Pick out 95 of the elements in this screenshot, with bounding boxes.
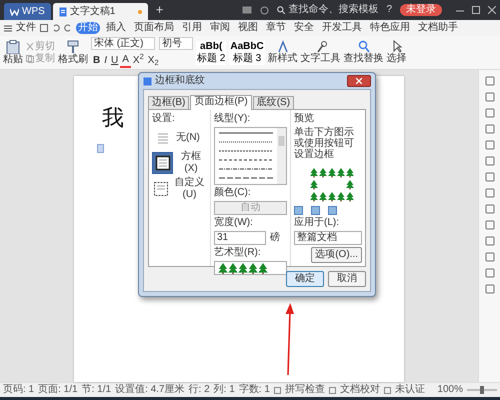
setting-label: 设置: — [152, 113, 176, 125]
preview-label: 预览 — [294, 113, 315, 125]
apply-select[interactable]: 整篇文档 — [294, 231, 362, 245]
close-icon — [356, 78, 362, 84]
line-style-label: 线型(Y): — [214, 113, 252, 125]
tool-button[interactable]: 查找替换 — [344, 40, 384, 65]
maximize-icon[interactable] — [472, 6, 480, 14]
status-text: 页码: 1 — [3, 383, 34, 397]
scrollbar-icon[interactable] — [277, 128, 286, 184]
unit-label: 磅 — [270, 232, 280, 244]
check-box-icon — [328, 386, 336, 394]
close-icon[interactable] — [488, 6, 496, 14]
setting-box-icon — [154, 155, 171, 171]
zoom-level[interactable]: 100% — [437, 383, 463, 397]
setting-custom-icon — [153, 181, 169, 197]
tool-button[interactable]: 文字工具 — [300, 40, 341, 65]
app-tab[interactable]: WPS — [4, 3, 51, 20]
menu-icon — [4, 24, 12, 32]
menu-tab[interactable]: 文档助手 — [416, 22, 460, 34]
style-preset[interactable]: aBb( 标题 2 — [196, 40, 226, 64]
status-text: 列: 1 — [214, 383, 235, 397]
art-label: 艺术型(R): — [214, 247, 262, 259]
status-text: 字数: 1 — [238, 383, 270, 397]
style-preset[interactable]: AaBbC 标题 3 — [229, 40, 265, 64]
new-tab-button[interactable]: + — [150, 2, 170, 18]
menu-tab[interactable]: 章节 — [264, 22, 288, 34]
ok-button[interactable]: 确定 — [286, 271, 324, 287]
search-icon — [358, 40, 370, 53]
menu-tab[interactable]: 特色应用 — [368, 22, 412, 34]
status-text: 设置值: 4.7厘米 — [115, 383, 185, 397]
setting-option[interactable]: 方框(X) — [152, 151, 207, 175]
status-toggle[interactable]: 未认证 — [384, 383, 425, 397]
status-text: 节: 1/1 — [82, 383, 112, 397]
dialog-title: 边框和底纹 — [155, 75, 205, 87]
copy-icon — [26, 54, 34, 62]
italic-button[interactable]: I — [102, 54, 110, 68]
setting-option[interactable]: 自定义(U) — [152, 177, 207, 201]
search-icon — [277, 6, 286, 14]
menu-tab[interactable]: 开发工具 — [320, 22, 364, 34]
menu-tab[interactable]: 页面布局 — [132, 22, 176, 34]
options-button[interactable]: 选项(O)... — [311, 247, 362, 263]
brush-icon — [67, 40, 79, 54]
dialog-tab[interactable]: 页面边框(P) — [190, 95, 252, 110]
scissors-icon — [26, 42, 34, 50]
status-toggle[interactable]: 文档校对 — [328, 383, 380, 397]
art-select[interactable] — [214, 261, 287, 275]
preview-hint: 单击下方图示或使用按钮可设置边框 — [294, 127, 355, 160]
login-button[interactable]: 未登录 — [400, 4, 442, 16]
setting-option[interactable]: 无(N) — [152, 127, 207, 149]
cursor-icon — [390, 40, 403, 53]
format-button[interactable]: X$^{2}$ — [130, 54, 146, 68]
zoom-thumb[interactable] — [480, 386, 484, 394]
status-text: 页面: 1/1 — [38, 383, 78, 397]
logo-icon — [10, 8, 19, 16]
dialog-app-icon — [143, 76, 152, 86]
dialog-tab[interactable]: 底纹(S) — [252, 96, 294, 109]
menu-tab[interactable]: 审阅 — [208, 22, 232, 34]
document-text: 我 — [102, 106, 124, 132]
menu-tab[interactable]: 引用 — [180, 22, 204, 34]
file-menu[interactable]: 文件 — [4, 22, 36, 34]
tool-button[interactable]: 新样式 — [268, 40, 298, 65]
font-select[interactable]: 宋体 (正文) — [91, 37, 155, 50]
color-label: 颜色(C): — [214, 187, 252, 199]
help-button[interactable]: ? — [386, 4, 392, 16]
width-field[interactable]: 31 — [214, 231, 266, 245]
menu-tab[interactable]: 安全 — [292, 22, 316, 34]
close-button[interactable] — [347, 75, 371, 87]
cancel-button[interactable]: 取消 — [328, 271, 366, 287]
command-search[interactable]: 查找命令、搜索模板 — [277, 4, 378, 16]
clipboard-icon — [6, 40, 20, 54]
app-tab[interactable]: 文字文稿1 — [52, 3, 148, 20]
status-toggle[interactable]: 拼写检查 — [274, 383, 325, 397]
undo-icon[interactable] — [52, 24, 60, 32]
check-box-icon — [384, 386, 391, 394]
format-button[interactable]: X$_{2}$ — [146, 54, 161, 68]
check-box-icon — [274, 386, 281, 394]
font-color-button[interactable]: A — [120, 54, 131, 68]
menu-tab[interactable]: 插入 — [104, 22, 128, 34]
status-text: 行: 2 — [188, 383, 210, 397]
format-painter-button[interactable]: 格式刷 — [58, 40, 88, 66]
paste-button[interactable]: 粘贴 — [3, 40, 23, 66]
menu-tab[interactable]: 视图 — [236, 22, 260, 34]
apply-label: 应用于(L): — [294, 217, 340, 229]
tool-button[interactable]: 选择 — [386, 40, 407, 65]
unsaved-dot — [138, 10, 142, 14]
redo-icon[interactable] — [64, 24, 72, 32]
dialog-tab[interactable]: 边框(B) — [148, 96, 190, 109]
width-label: 宽度(W): — [214, 217, 254, 229]
document-icon — [58, 6, 67, 16]
bold-button[interactable]: B — [91, 54, 102, 68]
menu-tab[interactable]: 开始 — [76, 22, 100, 34]
underline-button[interactable]: U — [109, 54, 120, 68]
save-icon[interactable] — [40, 24, 48, 32]
size-select[interactable]: 初号 — [159, 37, 193, 50]
paste-options-icon[interactable] — [97, 144, 105, 154]
